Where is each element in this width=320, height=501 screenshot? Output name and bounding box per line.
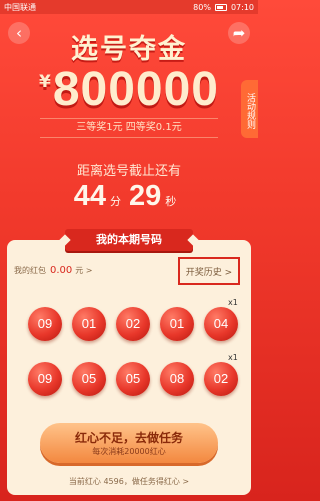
- prize-amount: ¥800000: [0, 62, 258, 117]
- number-ball: 04: [204, 307, 238, 341]
- do-task-button[interactable]: 红心不足，去做任务 每次消耗20000红心: [40, 423, 218, 463]
- status-bar: 中国联通 80% 07:10: [0, 0, 258, 14]
- battery-icon: [214, 3, 227, 11]
- carrier-label: 中国联通: [4, 2, 36, 12]
- clock: 07:10: [230, 2, 254, 12]
- page-title: 选号夺金: [71, 34, 187, 65]
- number-ball: 02: [204, 362, 238, 396]
- number-ball: 09: [28, 362, 62, 396]
- seconds-unit: 秒: [165, 195, 177, 208]
- number-ball: 05: [72, 362, 106, 396]
- number-ball: 08: [160, 362, 194, 396]
- wallet-value: 0.00: [50, 265, 73, 276]
- number-ball: 05: [116, 362, 150, 396]
- hearts-footer-link[interactable]: 当前红心 4596，做任务得红心 >: [0, 476, 258, 487]
- rules-tab[interactable]: 活动规则: [241, 80, 258, 138]
- wallet-label: 我的红包: [14, 266, 46, 275]
- deadline-label: 距离选号截止还有: [76, 164, 181, 179]
- task-button-label: 红心不足，去做任务: [74, 431, 183, 445]
- row-multiplier: x1: [228, 298, 238, 307]
- number-ball: 01: [160, 307, 194, 341]
- countdown: 44 分 29 秒: [0, 180, 258, 213]
- number-ball: 02: [116, 307, 150, 341]
- number-row: 09 05 05 08 02: [28, 362, 238, 396]
- prize-info-ribbon: 三等奖1元 四等奖0.1元: [40, 118, 218, 138]
- countdown-seconds: 29: [129, 180, 162, 212]
- minutes-unit: 分: [110, 195, 121, 208]
- wallet-unit: 元 >: [75, 266, 93, 275]
- prize-value: 800000: [52, 63, 219, 116]
- countdown-minutes: 44: [73, 180, 106, 212]
- battery-percent: 80%: [193, 2, 211, 12]
- currency-symbol: ¥: [38, 72, 51, 92]
- row-multiplier: x1: [228, 353, 238, 362]
- draw-history-link[interactable]: 开奖历史 >: [178, 257, 240, 285]
- number-ball: 01: [72, 307, 106, 341]
- number-row: 09 01 02 01 04: [28, 307, 238, 341]
- number-ball: 09: [28, 307, 62, 341]
- card-title: 我的本期号码: [65, 229, 193, 251]
- wallet-info[interactable]: 我的红包 0.00 元 >: [14, 265, 93, 276]
- task-button-sublabel: 每次消耗20000红心: [92, 447, 166, 456]
